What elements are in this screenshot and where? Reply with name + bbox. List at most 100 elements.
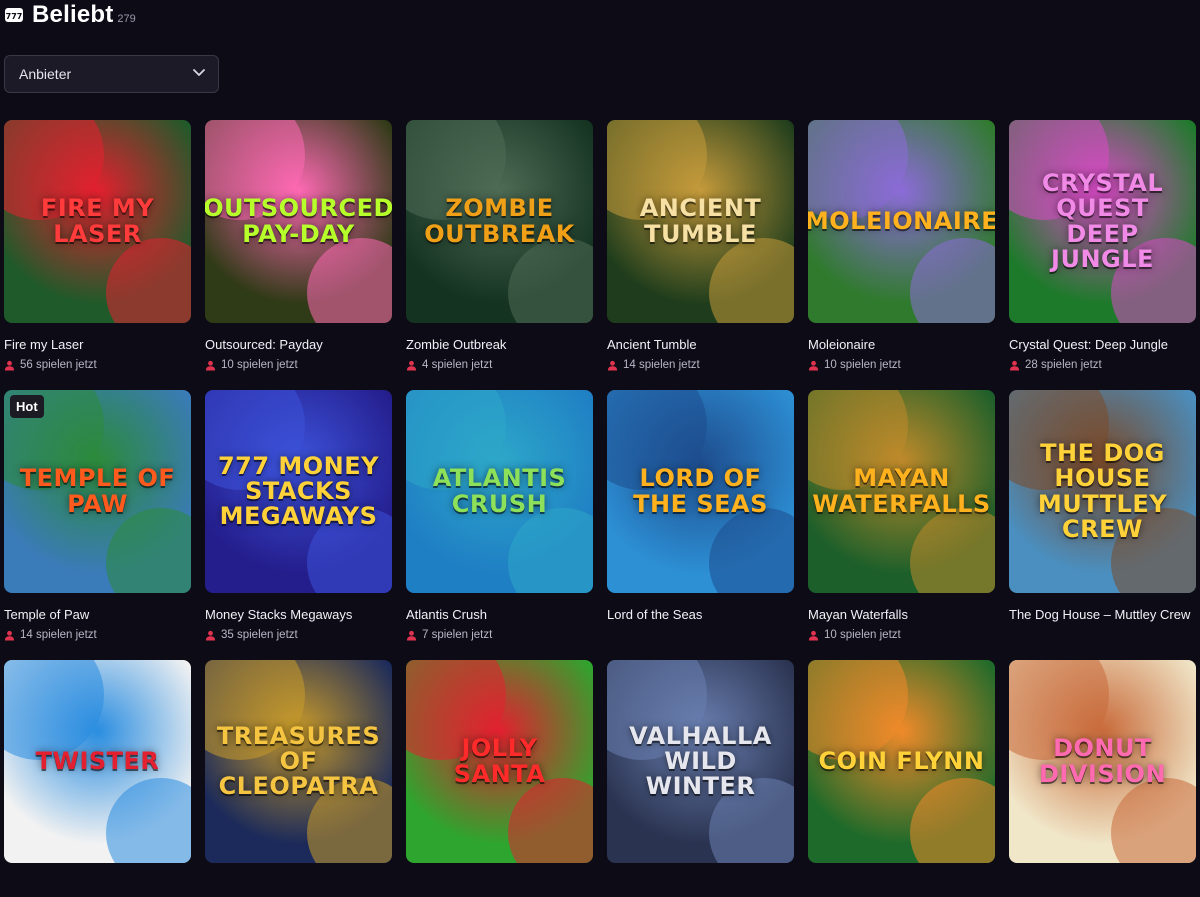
game-card[interactable]: Atlantis Crush Atlantis Crush 7 spielen je… [406, 390, 593, 642]
game-name[interactable]: Lord of the Seas [607, 607, 794, 622]
game-thumbnail-title: Ancient Tumble [639, 194, 762, 248]
game-count: 279 [117, 13, 136, 25]
game-name[interactable]: Crystal Quest: Deep Jungle [1009, 337, 1196, 352]
players-online [4, 883, 191, 897]
game-name[interactable]: Fire my Laser [4, 337, 191, 352]
game-card[interactable]: Treasures of Cleopatra [205, 660, 392, 897]
game-name[interactable]: Mayan Waterfalls [808, 607, 995, 622]
game-card[interactable]: Lord of the Seas Lord of the Seas [607, 390, 794, 642]
game-name[interactable]: Zombie Outbreak [406, 337, 593, 352]
thumbnail-decoration [808, 120, 908, 220]
game-card[interactable]: Coin Flynn [808, 660, 995, 897]
game-card[interactable]: The Dog House Muttley Crew The Dog House … [1009, 390, 1196, 642]
game-thumbnail[interactable]: 777 Money Stacks Megaways [205, 390, 392, 593]
players-count-label: 56 spielen jetzt [20, 359, 97, 371]
game-card[interactable]: Outsourced Pay-Day Outsourced: Payday 10 s… [205, 120, 392, 372]
players-online [406, 883, 593, 897]
game-name[interactable]: Moleionaire [808, 337, 995, 352]
game-thumbnail[interactable]: Moleionaire [808, 120, 995, 323]
user-icon [808, 630, 819, 641]
game-thumbnail-title: Zombie Outbreak [424, 194, 575, 248]
thumbnail-decoration [106, 238, 191, 323]
thumbnail-decoration [508, 778, 593, 863]
game-name[interactable]: Outsourced: Payday [205, 337, 392, 352]
game-name[interactable]: Ancient Tumble [607, 337, 794, 352]
thumbnail-decoration [808, 660, 908, 760]
game-card[interactable]: Donut Division [1009, 660, 1196, 897]
thumbnail-decoration [307, 238, 392, 323]
game-card[interactable]: Temple of Paw Hot Temple of Paw 14 spielen … [4, 390, 191, 642]
players-online [205, 883, 392, 897]
game-name[interactable]: Money Stacks Megaways [205, 607, 392, 622]
user-icon [4, 360, 15, 371]
game-card[interactable]: Fire my Laser Fire my Laser 56 spielen jet… [4, 120, 191, 372]
players-count-label: 14 spielen jetzt [20, 629, 97, 641]
game-thumbnail[interactable]: Mayan Waterfalls [808, 390, 995, 593]
game-thumbnail[interactable]: Twister [4, 660, 191, 863]
game-name[interactable]: Temple of Paw [4, 607, 191, 622]
game-card[interactable]: Crystal Quest Deep Jungle Crystal Quest: … [1009, 120, 1196, 372]
game-card[interactable]: Jolly Santa [406, 660, 593, 897]
game-thumbnail[interactable]: Temple of Paw Hot [4, 390, 191, 593]
game-grid: Fire my Laser Fire my Laser 56 spielen jet… [4, 120, 1196, 897]
game-card[interactable]: Ancient Tumble Ancient Tumble 14 spielen j… [607, 120, 794, 372]
provider-filter-dropdown[interactable]: Anbieter [4, 55, 219, 93]
game-thumbnail[interactable]: Donut Division [1009, 660, 1196, 863]
players-count-label: 10 spielen jetzt [824, 629, 901, 641]
game-thumbnail-title: Treasures of Cleopatra [216, 721, 381, 801]
game-thumbnail[interactable]: Valhalla Wild Winter [607, 660, 794, 863]
game-thumbnail-title: Outsourced Pay-Day [205, 194, 392, 248]
game-thumbnail-title: Moleionaire [808, 206, 995, 235]
game-thumbnail[interactable]: Atlantis Crush [406, 390, 593, 593]
players-online: 14 spielen jetzt [607, 358, 794, 372]
game-thumbnail[interactable]: Outsourced Pay-Day [205, 120, 392, 323]
game-thumbnail[interactable]: Treasures of Cleopatra [205, 660, 392, 863]
game-thumbnail-title: Fire my Laser [40, 194, 155, 248]
players-online: 14 spielen jetzt [4, 628, 191, 642]
players-online: 10 spielen jetzt [808, 358, 995, 372]
hot-badge: Hot [10, 395, 44, 418]
game-card[interactable]: 777 Money Stacks Megaways Money Stacks Me… [205, 390, 392, 642]
game-thumbnail-title: Coin Flynn [818, 746, 985, 775]
game-name[interactable]: Atlantis Crush [406, 607, 593, 622]
game-thumbnail[interactable]: Coin Flynn [808, 660, 995, 863]
user-icon [205, 360, 216, 371]
game-card[interactable]: Twister [4, 660, 191, 897]
game-thumbnail-title: The Dog House Muttley Crew [1037, 439, 1168, 543]
game-name[interactable]: The Dog House – Muttley Crew [1009, 607, 1196, 622]
slot-777-icon: 777 [4, 5, 24, 25]
page-title: Beliebt [32, 1, 114, 28]
thumbnail-decoration [910, 508, 995, 593]
thumbnail-decoration [508, 238, 593, 323]
thumbnail-decoration [4, 660, 104, 760]
thumbnail-decoration [508, 508, 593, 593]
players-online [1009, 883, 1196, 897]
user-icon [607, 360, 618, 371]
game-thumbnail[interactable]: Crystal Quest Deep Jungle [1009, 120, 1196, 323]
game-thumbnail[interactable]: Ancient Tumble [607, 120, 794, 323]
user-icon [808, 360, 819, 371]
game-thumbnail[interactable]: Fire my Laser [4, 120, 191, 323]
players-online [607, 628, 794, 642]
thumbnail-decoration [1111, 778, 1196, 863]
game-thumbnail[interactable]: Zombie Outbreak [406, 120, 593, 323]
game-thumbnail-title: Mayan Waterfalls [812, 464, 991, 518]
players-online: 7 spielen jetzt [406, 628, 593, 642]
game-card[interactable]: Mayan Waterfalls Mayan Waterfalls 10 spiel… [808, 390, 995, 642]
game-card[interactable]: Valhalla Wild Winter [607, 660, 794, 897]
players-count-label: 35 spielen jetzt [221, 629, 298, 641]
svg-text:777: 777 [6, 12, 23, 21]
players-count-label: 10 spielen jetzt [824, 359, 901, 371]
players-online [607, 883, 794, 897]
thumbnail-decoration [709, 238, 794, 323]
game-card[interactable]: Moleionaire Moleionaire 10 spielen jetzt [808, 120, 995, 372]
game-thumbnail[interactable]: Jolly Santa [406, 660, 593, 863]
thumbnail-decoration [910, 778, 995, 863]
game-card[interactable]: Zombie Outbreak Zombie Outbreak 4 spielen … [406, 120, 593, 372]
players-count-label: 10 spielen jetzt [221, 359, 298, 371]
game-thumbnail[interactable]: The Dog House Muttley Crew [1009, 390, 1196, 593]
game-thumbnail[interactable]: Lord of the Seas [607, 390, 794, 593]
players-online: 10 spielen jetzt [205, 358, 392, 372]
game-thumbnail-title: Atlantis Crush [432, 464, 567, 518]
players-online: 35 spielen jetzt [205, 628, 392, 642]
